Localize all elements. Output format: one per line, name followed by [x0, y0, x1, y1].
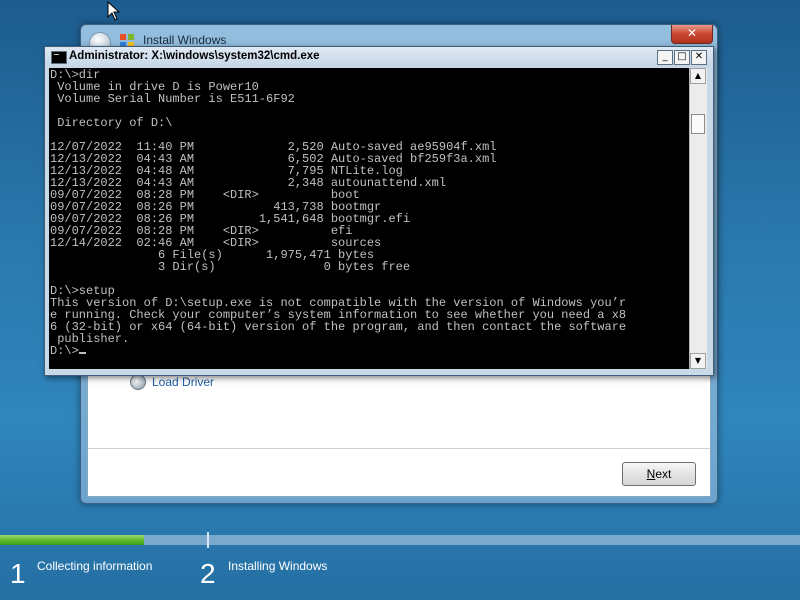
step-1-label: Collecting information — [37, 559, 153, 573]
progress-divider — [207, 532, 209, 548]
next-button[interactable]: Next — [622, 462, 696, 486]
scroll-thumb[interactable] — [691, 114, 705, 134]
mouse-pointer-icon — [107, 1, 121, 21]
console-scrollbar[interactable]: ▲ ▼ — [689, 68, 707, 369]
console-text: D:\>dir Volume in drive D is Power10 Vol… — [50, 68, 627, 358]
load-driver-label: Load Driver — [152, 375, 215, 389]
setup-progress: 1 Collecting information 2 Installing Wi… — [0, 532, 800, 600]
next-label-rest: ext — [655, 467, 672, 481]
scroll-up-arrow-icon[interactable]: ▲ — [690, 68, 706, 84]
install-window-title: Install Windows — [143, 33, 227, 47]
step-1-number: 1 — [10, 558, 26, 589]
cmd-window[interactable]: Administrator: X:\windows\system32\cmd.e… — [44, 46, 714, 376]
cmd-icon[interactable] — [51, 51, 67, 64]
console-output[interactable]: D:\>dir Volume in drive D is Power10 Vol… — [49, 68, 689, 369]
step-2-label: Installing Windows — [228, 559, 328, 573]
maximize-button[interactable]: □ — [674, 50, 690, 65]
install-close-button[interactable]: ✕ — [671, 25, 713, 44]
cmd-titlebar[interactable]: Administrator: X:\windows\system32\cmd.e… — [45, 47, 713, 67]
cmd-close-button[interactable]: ✕ — [691, 50, 707, 65]
step-2-number: 2 — [200, 558, 216, 589]
scroll-down-arrow-icon[interactable]: ▼ — [690, 353, 706, 369]
disc-icon — [130, 374, 146, 390]
footer-divider — [88, 448, 710, 449]
cmd-window-title: Administrator: X:\windows\system32\cmd.e… — [69, 50, 320, 62]
load-driver-link[interactable]: Load Driver — [130, 374, 214, 390]
progress-fill — [0, 535, 144, 545]
minimize-button[interactable]: _ — [657, 50, 673, 65]
console-cursor — [78, 352, 86, 354]
